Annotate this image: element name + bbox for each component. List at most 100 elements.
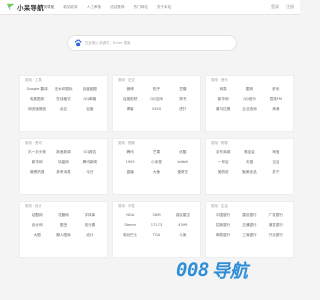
register-link[interactable]: 注册 [286,3,294,11]
panel-link[interactable]: 花瓣网 [50,212,76,218]
panel-link[interactable]: 兴业银行 [263,232,289,238]
panel-link[interactable]: NGA [117,212,143,218]
panel-link[interactable]: 优酷 [170,149,196,155]
panel-link[interactable]: 今日 [77,169,103,175]
panel-link[interactable]: 一号店 [210,159,236,165]
panel-link[interactable]: 工商银行 [236,232,262,238]
panel-link[interactable]: 百度脑图 [77,86,103,92]
panel-link[interactable]: V2EX [143,106,169,112]
panel-link[interactable]: 浦发银行 [263,222,289,228]
panel-link[interactable]: 3DM [143,212,169,218]
panel-link[interactable]: Google 翻译 [24,86,50,92]
panel-link[interactable]: 扒一扒头条 [24,149,50,155]
panel-link[interactable]: TGA [143,232,169,238]
panel-link[interactable]: 免费图床 [24,96,50,102]
panel-link[interactable]: Steam [117,222,143,228]
panel-link[interactable]: 唯品会 [236,149,262,155]
panel-link[interactable]: 必应 [50,106,76,112]
panel-link[interactable]: 广发银行 [263,212,289,218]
panel-link[interactable]: 邮政银行 [210,232,236,238]
panel-link[interactable]: 1905 [117,159,143,165]
panel-link[interactable]: 大鱼 [143,169,169,175]
nav-item[interactable]: 优站推荐 [110,3,124,11]
panel-link[interactable]: 微博热搜 [24,169,50,175]
panel-link[interactable]: 天猫 [236,159,262,165]
panel-link[interactable]: 京东商城 [210,149,236,155]
panel-link[interactable]: 喜马拉雅 [210,106,236,112]
panel-link[interactable]: 淘宝 [263,149,289,155]
site-logo[interactable]: 小呆导航 [6,2,44,12]
panel-link[interactable]: 站酷网 [24,212,50,218]
panel-link[interactable]: 17173 [143,222,169,228]
panel-link[interactable]: 小米视 [143,159,169,165]
panel-link[interactable]: 斗鱼 [170,232,196,238]
panel-link-grid: 站酷网 花瓣网 字体库设计网 图虫 觅元素大图 懒人图库 设计 [24,212,103,238]
panel-link[interactable]: 招商银行 [210,222,236,228]
panel-link[interactable]: 博客 [117,106,143,112]
nav-item[interactable]: 关于本站 [157,3,171,11]
panel-link[interactable]: 新华网 [24,159,50,165]
panel-link[interactable]: 大图 [24,232,50,238]
panel-link[interactable]: 企业查询 [236,106,262,112]
nav-item[interactable]: 新站收录 [63,3,77,11]
panel-link[interactable]: 中国银行 [210,212,236,218]
panel-link[interactable]: 聚美优品 [236,169,262,175]
panel-link[interactable]: 网易 [210,86,236,92]
panel-link[interactable]: 网页版微信 [24,106,50,112]
panel-link[interactable]: 4399 [170,222,196,228]
baidu-paw-icon[interactable] [74,39,82,47]
panel-link[interactable]: QQ邮箱 [77,96,103,102]
panel-link[interactable]: 设计网 [24,222,50,228]
footer-brand-logo[interactable]: 008 导航 [176,259,248,282]
panel-link[interactable]: 图虫 [50,222,76,228]
panel-link[interactable]: 苏宁 [263,169,289,175]
panel-link[interactable]: 新华网 [210,96,236,102]
panel-link-grid: 网易 酷狗 虾米新华网 QQ音乐 荔枝FM 喜马拉雅 企业查询 滴滴 [210,86,289,112]
panel-link[interactable]: 游民星空 [170,212,196,218]
panel-link[interactable]: 设计 [77,232,103,238]
panel-link[interactable]: 腾讯 [117,149,143,155]
panel-link[interactable]: 交通银行 [236,222,262,228]
panel-link[interactable]: 爱奇艺 [170,169,196,175]
panel-link[interactable]: 芒果 [143,149,169,155]
panel-link[interactable]: 直播 [117,169,143,175]
panel-link-grid: 中国银行 建设银行 广发银行招商银行 交通银行 浦发银行邮政银行 工商银行 兴业银行 [210,212,289,238]
panel-link[interactable]: QQ空间 [143,96,169,102]
panel-link[interactable]: 百度贴吧 [117,96,143,102]
panel-link[interactable]: 凤凰网 [50,159,76,165]
panel-link[interactable]: 豆瓣 [170,86,196,92]
nav-item[interactable]: 热门网站 [134,3,148,11]
panel-link[interactable]: 酷狗 [236,86,262,92]
panel-link[interactable]: 新浪新闻 [50,149,76,155]
panel-link[interactable]: 虎扑 [170,106,196,112]
panel-link[interactable]: 无水印图标 [50,86,76,92]
panel-link[interactable]: 美丽说 [210,169,236,175]
panel-link[interactable]: QQ音乐 [236,96,262,102]
panel-link[interactable]: 简书 [170,96,196,102]
panel-link[interactable]: 滴滴 [263,106,289,112]
panel-title: 常用 · 购物 [211,141,228,145]
panel-link[interactable]: 知乎 [143,86,169,92]
panel-link[interactable]: 觅元素 [77,222,103,228]
panel-link[interactable]: GQ报告 [77,149,103,155]
nav-item[interactable]: 人工审核 [87,3,101,11]
link-panel: 常用 · 生活中国银行 建设银行 广发银行招商银行 交通银行 浦发银行邮政银行 工商银行兴… [205,201,294,258]
panel-link[interactable]: 当当 [263,159,289,165]
login-link[interactable]: 登录 [271,3,279,11]
panel-link[interactable]: 虾米 [263,86,289,92]
nav-item[interactable]: 首页导航 [40,3,54,11]
panel-link[interactable]: 荔枝FM [263,96,289,102]
panel-link[interactable]: 腾讯新闻 [77,159,103,165]
panel-link[interactable]: 参考消息 [50,169,76,175]
panel-link[interactable]: 字体库 [77,212,103,218]
link-panel: 常用 · 资讯 扒一扒头条 新浪新闻 GQ报告 新华网 凤凰网 腾讯新闻 微博热搜 参考消息 今日 [19,138,108,195]
panel-link[interactable]: 百度 [77,106,103,112]
panel-link[interactable]: 在线格式 [50,96,76,102]
panel-title: 常用 · 生活 [211,204,228,208]
panel-link[interactable]: 微博 [117,86,143,92]
panel-link[interactable]: 电玩巴士 [117,232,143,238]
search-input[interactable] [85,39,230,47]
panel-link[interactable]: 建设银行 [236,212,262,218]
panel-link[interactable]: 懒人图库 [50,232,76,238]
panel-link[interactable]: bilibili [170,159,196,165]
